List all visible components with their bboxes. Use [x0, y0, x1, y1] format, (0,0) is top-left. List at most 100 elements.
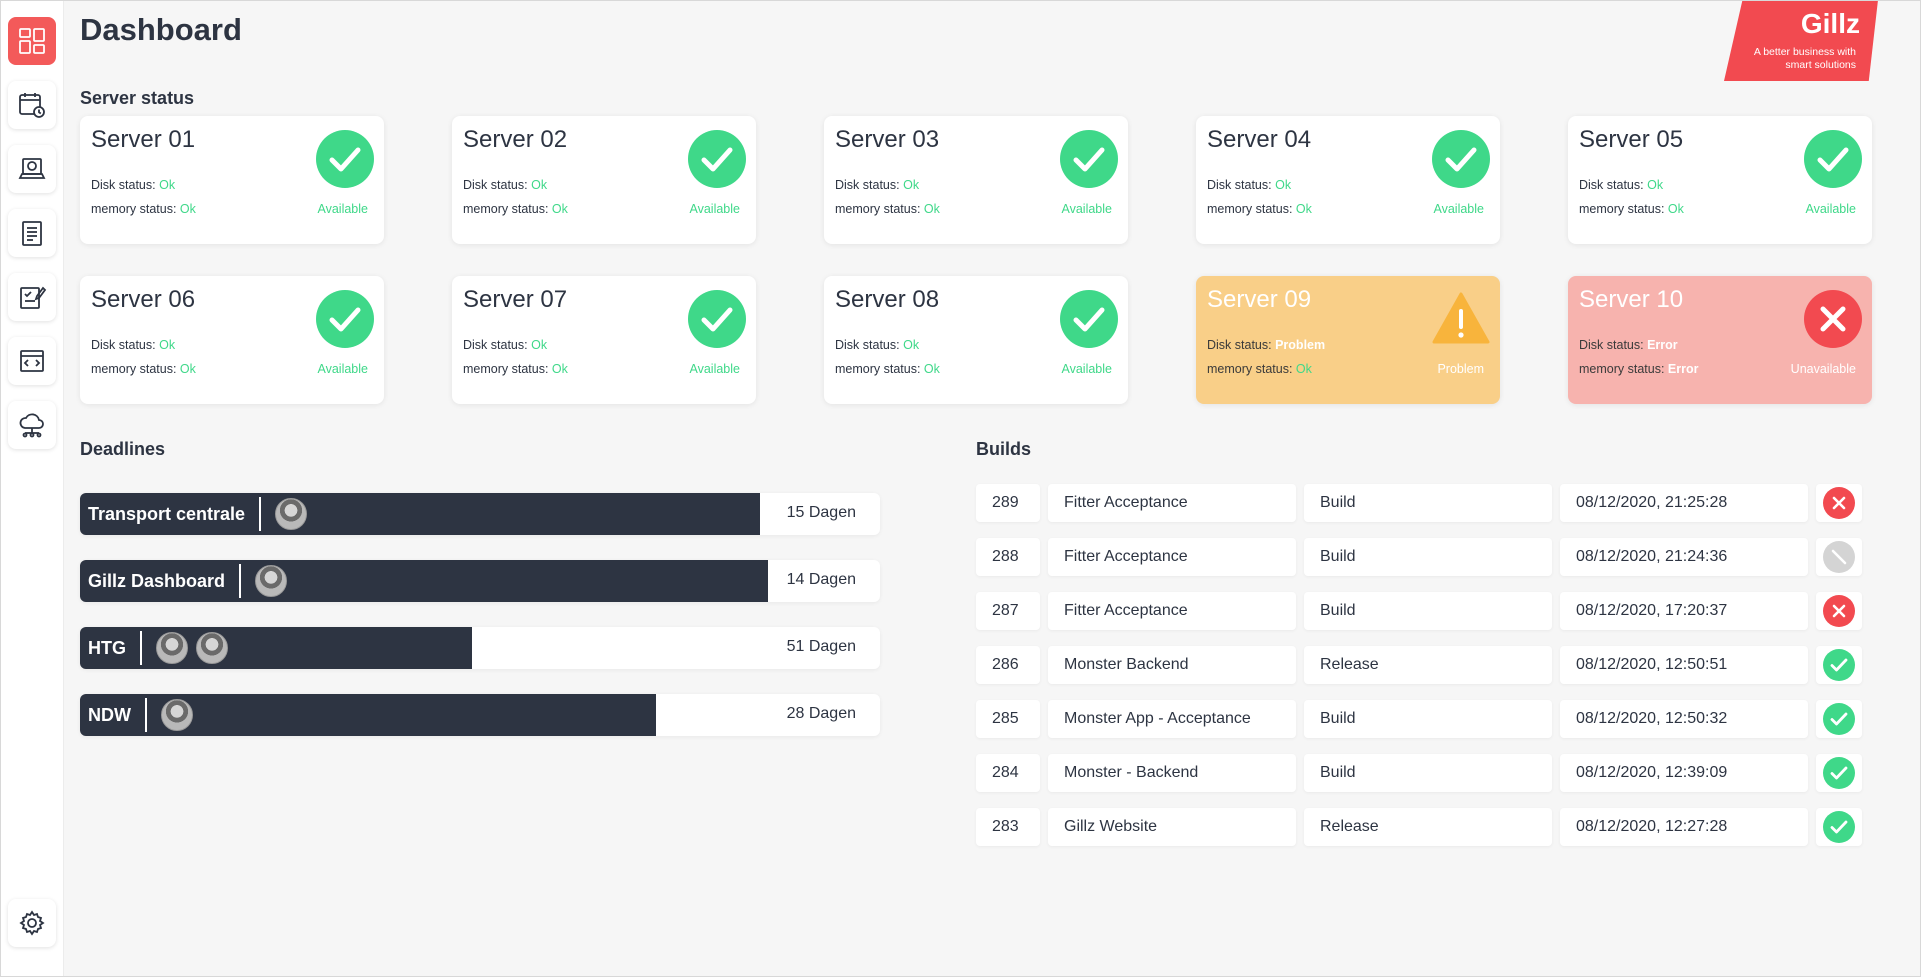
deadline-progress-bar: HTG	[80, 627, 472, 669]
nav-calendar-button[interactable]	[8, 81, 56, 129]
availability-label: Available	[1061, 362, 1112, 376]
disk-status-label: Disk status:	[835, 178, 900, 192]
error-circle-icon	[1804, 290, 1862, 348]
disk-status-value: Error	[1647, 338, 1678, 352]
disk-status-value: Ok	[531, 338, 548, 352]
server-card[interactable]: Server 06 Disk status: Ok memory status: O…	[80, 276, 384, 404]
nav-cloud-button[interactable]	[8, 401, 56, 449]
memory-status: memory status: Ok	[1207, 362, 1312, 376]
memory-status: memory status: Ok	[835, 202, 940, 216]
brand-tagline: A better business with smart solutions	[1753, 46, 1856, 71]
disk-status-value: Ok	[159, 338, 176, 352]
server-card[interactable]: Server 09 Disk status: Problem memory stat…	[1196, 276, 1500, 404]
build-type: Release	[1304, 646, 1552, 684]
build-date: 08/12/2020, 12:39:09	[1560, 754, 1808, 792]
build-project: Monster Backend	[1048, 646, 1296, 684]
disk-status-value: Problem	[1275, 338, 1326, 352]
server-status-icon	[688, 290, 746, 348]
deadline-project-name: NDW	[88, 704, 131, 725]
deadline-row[interactable]: HTG 51 Dagen	[80, 627, 880, 669]
build-status[interactable]	[1816, 538, 1862, 576]
availability-label: Available	[1433, 202, 1484, 216]
build-status[interactable]	[1816, 484, 1862, 522]
server-card[interactable]: Server 02 Disk status: Ok memory status: O…	[452, 116, 756, 244]
build-date: 08/12/2020, 21:25:28	[1560, 484, 1808, 522]
server-card[interactable]: Server 03 Disk status: Ok memory status: O…	[824, 116, 1128, 244]
disk-status-label: Disk status:	[835, 338, 900, 352]
build-status[interactable]	[1816, 754, 1862, 792]
check-circle-icon	[316, 130, 374, 188]
gear-icon	[19, 910, 45, 936]
memory-status-value: Ok	[1667, 202, 1684, 216]
server-status-heading: Server status	[80, 88, 195, 108]
divider	[239, 564, 242, 598]
disk-status-label: Disk status:	[463, 338, 528, 352]
deadlines-heading: Deadlines	[80, 439, 166, 459]
server-name: Server 05	[1579, 126, 1684, 153]
memory-status: memory status: Ok	[1207, 202, 1312, 216]
server-card[interactable]: Server 08 Disk status: Ok memory status: O…	[824, 276, 1128, 404]
check-circle-icon	[1432, 130, 1490, 188]
disk-status-label: Disk status:	[91, 178, 156, 192]
availability-label: Unavailable	[1790, 362, 1856, 376]
availability-label: Available	[1061, 202, 1112, 216]
checklist-icon	[20, 286, 47, 309]
server-status-icon	[1060, 290, 1118, 348]
memory-status-label: memory status:	[1207, 202, 1293, 216]
build-number: 287	[976, 592, 1040, 630]
deadline-progress-bar: Gillz Dashboard	[80, 560, 768, 602]
build-type: Build	[1304, 538, 1552, 576]
build-status[interactable]	[1816, 646, 1862, 684]
disk-status: Disk status: Ok	[91, 178, 175, 192]
deadline-row[interactable]: NDW 28 Dagen	[80, 694, 880, 736]
server-card[interactable]: Server 10 Disk status: Error memory status…	[1568, 276, 1872, 404]
memory-status-value: Error	[1667, 362, 1699, 376]
memory-status-value: Ok	[1295, 202, 1312, 216]
disk-status: Disk status: Error	[1579, 338, 1678, 352]
build-date: 08/12/2020, 12:50:51	[1560, 646, 1808, 684]
memory-status-value: Ok	[179, 202, 196, 216]
build-number: 285	[976, 700, 1040, 738]
build-project: Fitter Acceptance	[1048, 484, 1296, 522]
disk-status: Disk status: Ok	[463, 338, 547, 352]
server-card[interactable]: Server 05 Disk status: Ok memory status: O…	[1568, 116, 1872, 244]
memory-status-value: Ok	[179, 362, 196, 376]
nav-checklist-button[interactable]	[8, 273, 56, 321]
server-card[interactable]: Server 01 Disk status: Ok memory status: O…	[80, 116, 384, 244]
memory-status: memory status: Ok	[835, 362, 940, 376]
nav-notes-button[interactable]	[8, 209, 56, 257]
page-title: Dashboard	[80, 12, 242, 47]
sidebar	[0, 0, 64, 977]
build-project: Monster App - Acceptance	[1048, 700, 1296, 738]
cancelled-icon	[1823, 541, 1855, 573]
settings-button[interactable]	[8, 899, 56, 947]
nav-dashboard-button[interactable]	[8, 17, 56, 65]
nav-laptop-button[interactable]	[8, 145, 56, 193]
build-status[interactable]	[1816, 700, 1862, 738]
memory-status-value: Ok	[1295, 362, 1312, 376]
disk-status-value: Ok	[1647, 178, 1664, 192]
deadline-days-left: 28 Dagen	[786, 705, 856, 722]
server-card[interactable]: Server 07 Disk status: Ok memory status: O…	[452, 276, 756, 404]
deadline-project-name: Transport centrale	[88, 503, 246, 524]
brand-name: Gillz	[1800, 8, 1860, 39]
server-card[interactable]: Server 04 Disk status: Ok memory status: O…	[1196, 116, 1500, 244]
nav-browser-button[interactable]	[8, 337, 56, 385]
server-status-icon	[1432, 290, 1490, 348]
build-number: 289	[976, 484, 1040, 522]
disk-status-value: Ok	[903, 338, 920, 352]
laptop-icon	[18, 158, 46, 179]
build-status[interactable]	[1816, 808, 1862, 846]
avatar	[156, 632, 188, 664]
deadline-row[interactable]: Gillz Dashboard 14 Dagen	[80, 560, 880, 602]
deadline-row[interactable]: Transport centrale 15 Dagen	[80, 493, 880, 535]
build-type: Build	[1304, 484, 1552, 522]
disk-status-value: Ok	[159, 178, 176, 192]
memory-status-label: memory status:	[91, 202, 177, 216]
disk-status: Disk status: Problem	[1207, 338, 1325, 352]
build-project: Gillz Website	[1048, 808, 1296, 846]
divider	[259, 497, 262, 531]
server-status-icon	[1804, 290, 1862, 348]
build-status[interactable]	[1816, 592, 1862, 630]
build-project: Fitter Acceptance	[1048, 538, 1296, 576]
